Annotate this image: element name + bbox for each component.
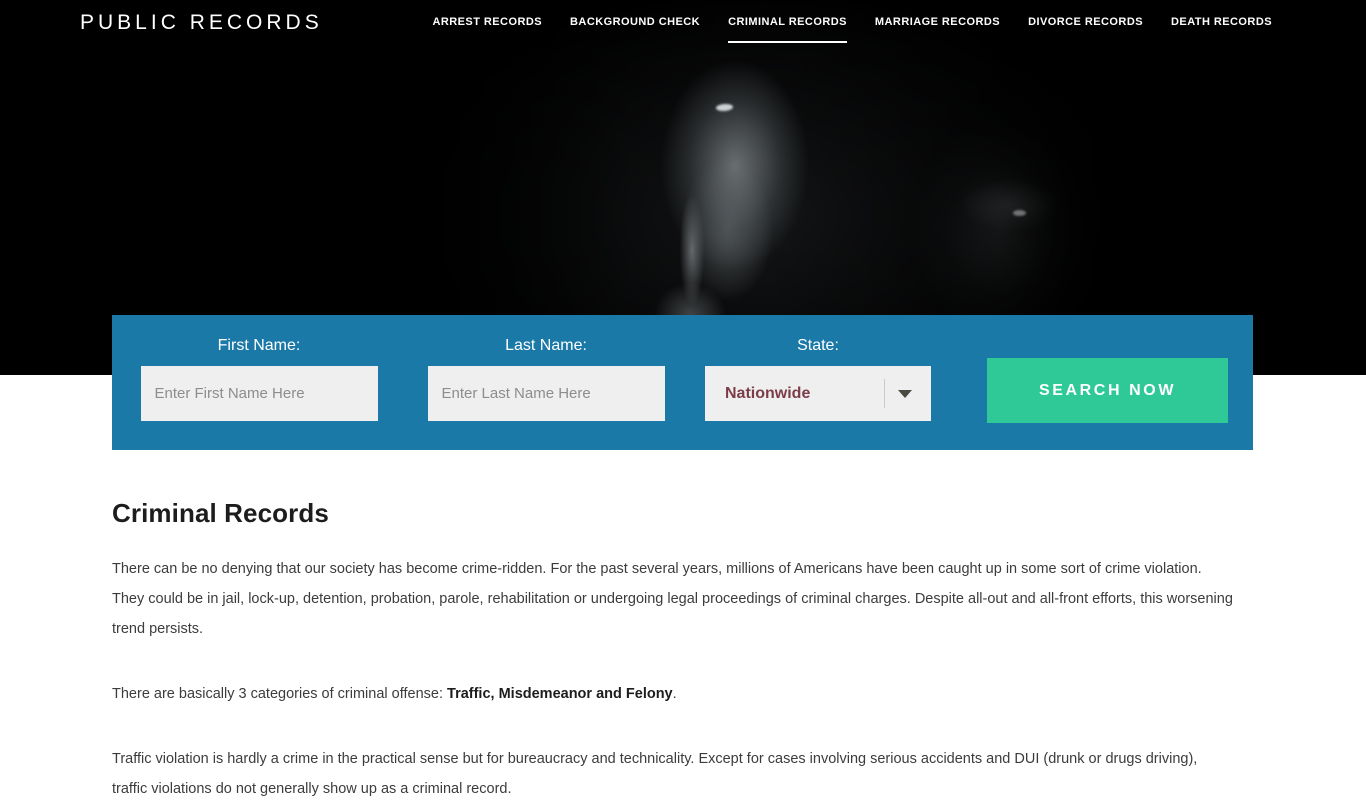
nav-item-criminal-records[interactable]: CRIMINAL RECORDS xyxy=(714,0,861,45)
article-paragraph-3: Traffic violation is hardly a crime in t… xyxy=(112,751,1198,797)
nav-item-marriage-records[interactable]: MARRIAGE RECORDS xyxy=(861,0,1014,45)
first-name-input[interactable] xyxy=(140,366,378,421)
last-name-field-group: Last Name: xyxy=(418,315,674,421)
last-name-label: Last Name: xyxy=(505,337,587,354)
main-navigation: ARREST RECORDS BACKGROUND CHECK CRIMINAL… xyxy=(418,0,1286,45)
state-select-value: Nationwide xyxy=(725,384,811,402)
search-now-button[interactable]: SEARCH NOW xyxy=(987,358,1228,423)
state-select[interactable]: Nationwide xyxy=(705,366,931,421)
nav-item-arrest-records[interactable]: ARREST RECORDS xyxy=(418,0,556,45)
select-divider xyxy=(884,379,885,408)
nav-item-divorce-records[interactable]: DIVORCE RECORDS xyxy=(1014,0,1157,45)
site-logo[interactable]: PUBLIC RECORDS xyxy=(80,11,323,35)
article-paragraph-1: There can be no denying that our society… xyxy=(112,561,1233,637)
paragraph-2-lead: There are basically 3 categories of crim… xyxy=(112,686,448,702)
page-title: Criminal Records xyxy=(112,498,329,528)
last-name-input[interactable] xyxy=(427,366,665,421)
chevron-down-icon xyxy=(898,390,912,398)
hero-secondary-eye-highlight xyxy=(1013,210,1026,216)
nav-item-death-records[interactable]: DEATH RECORDS xyxy=(1157,0,1286,45)
article-paragraph-2: There are basically 3 categories of crim… xyxy=(112,679,1234,709)
nav-item-background-check[interactable]: BACKGROUND CHECK xyxy=(556,0,714,45)
first-name-field-group: First Name: xyxy=(131,315,387,421)
state-field-group: State: Nationwide xyxy=(705,315,931,421)
record-search-form: First Name: Last Name: State: Nationwide… xyxy=(112,315,1253,450)
paragraph-2-tail: . xyxy=(672,686,677,702)
state-label: State: xyxy=(797,337,839,354)
first-name-label: First Name: xyxy=(217,337,301,354)
paragraph-2-emphasis: Traffic, Misdemeanor and Felony xyxy=(447,686,673,702)
site-header: PUBLIC RECORDS ARREST RECORDS BACKGROUND… xyxy=(0,0,1366,45)
